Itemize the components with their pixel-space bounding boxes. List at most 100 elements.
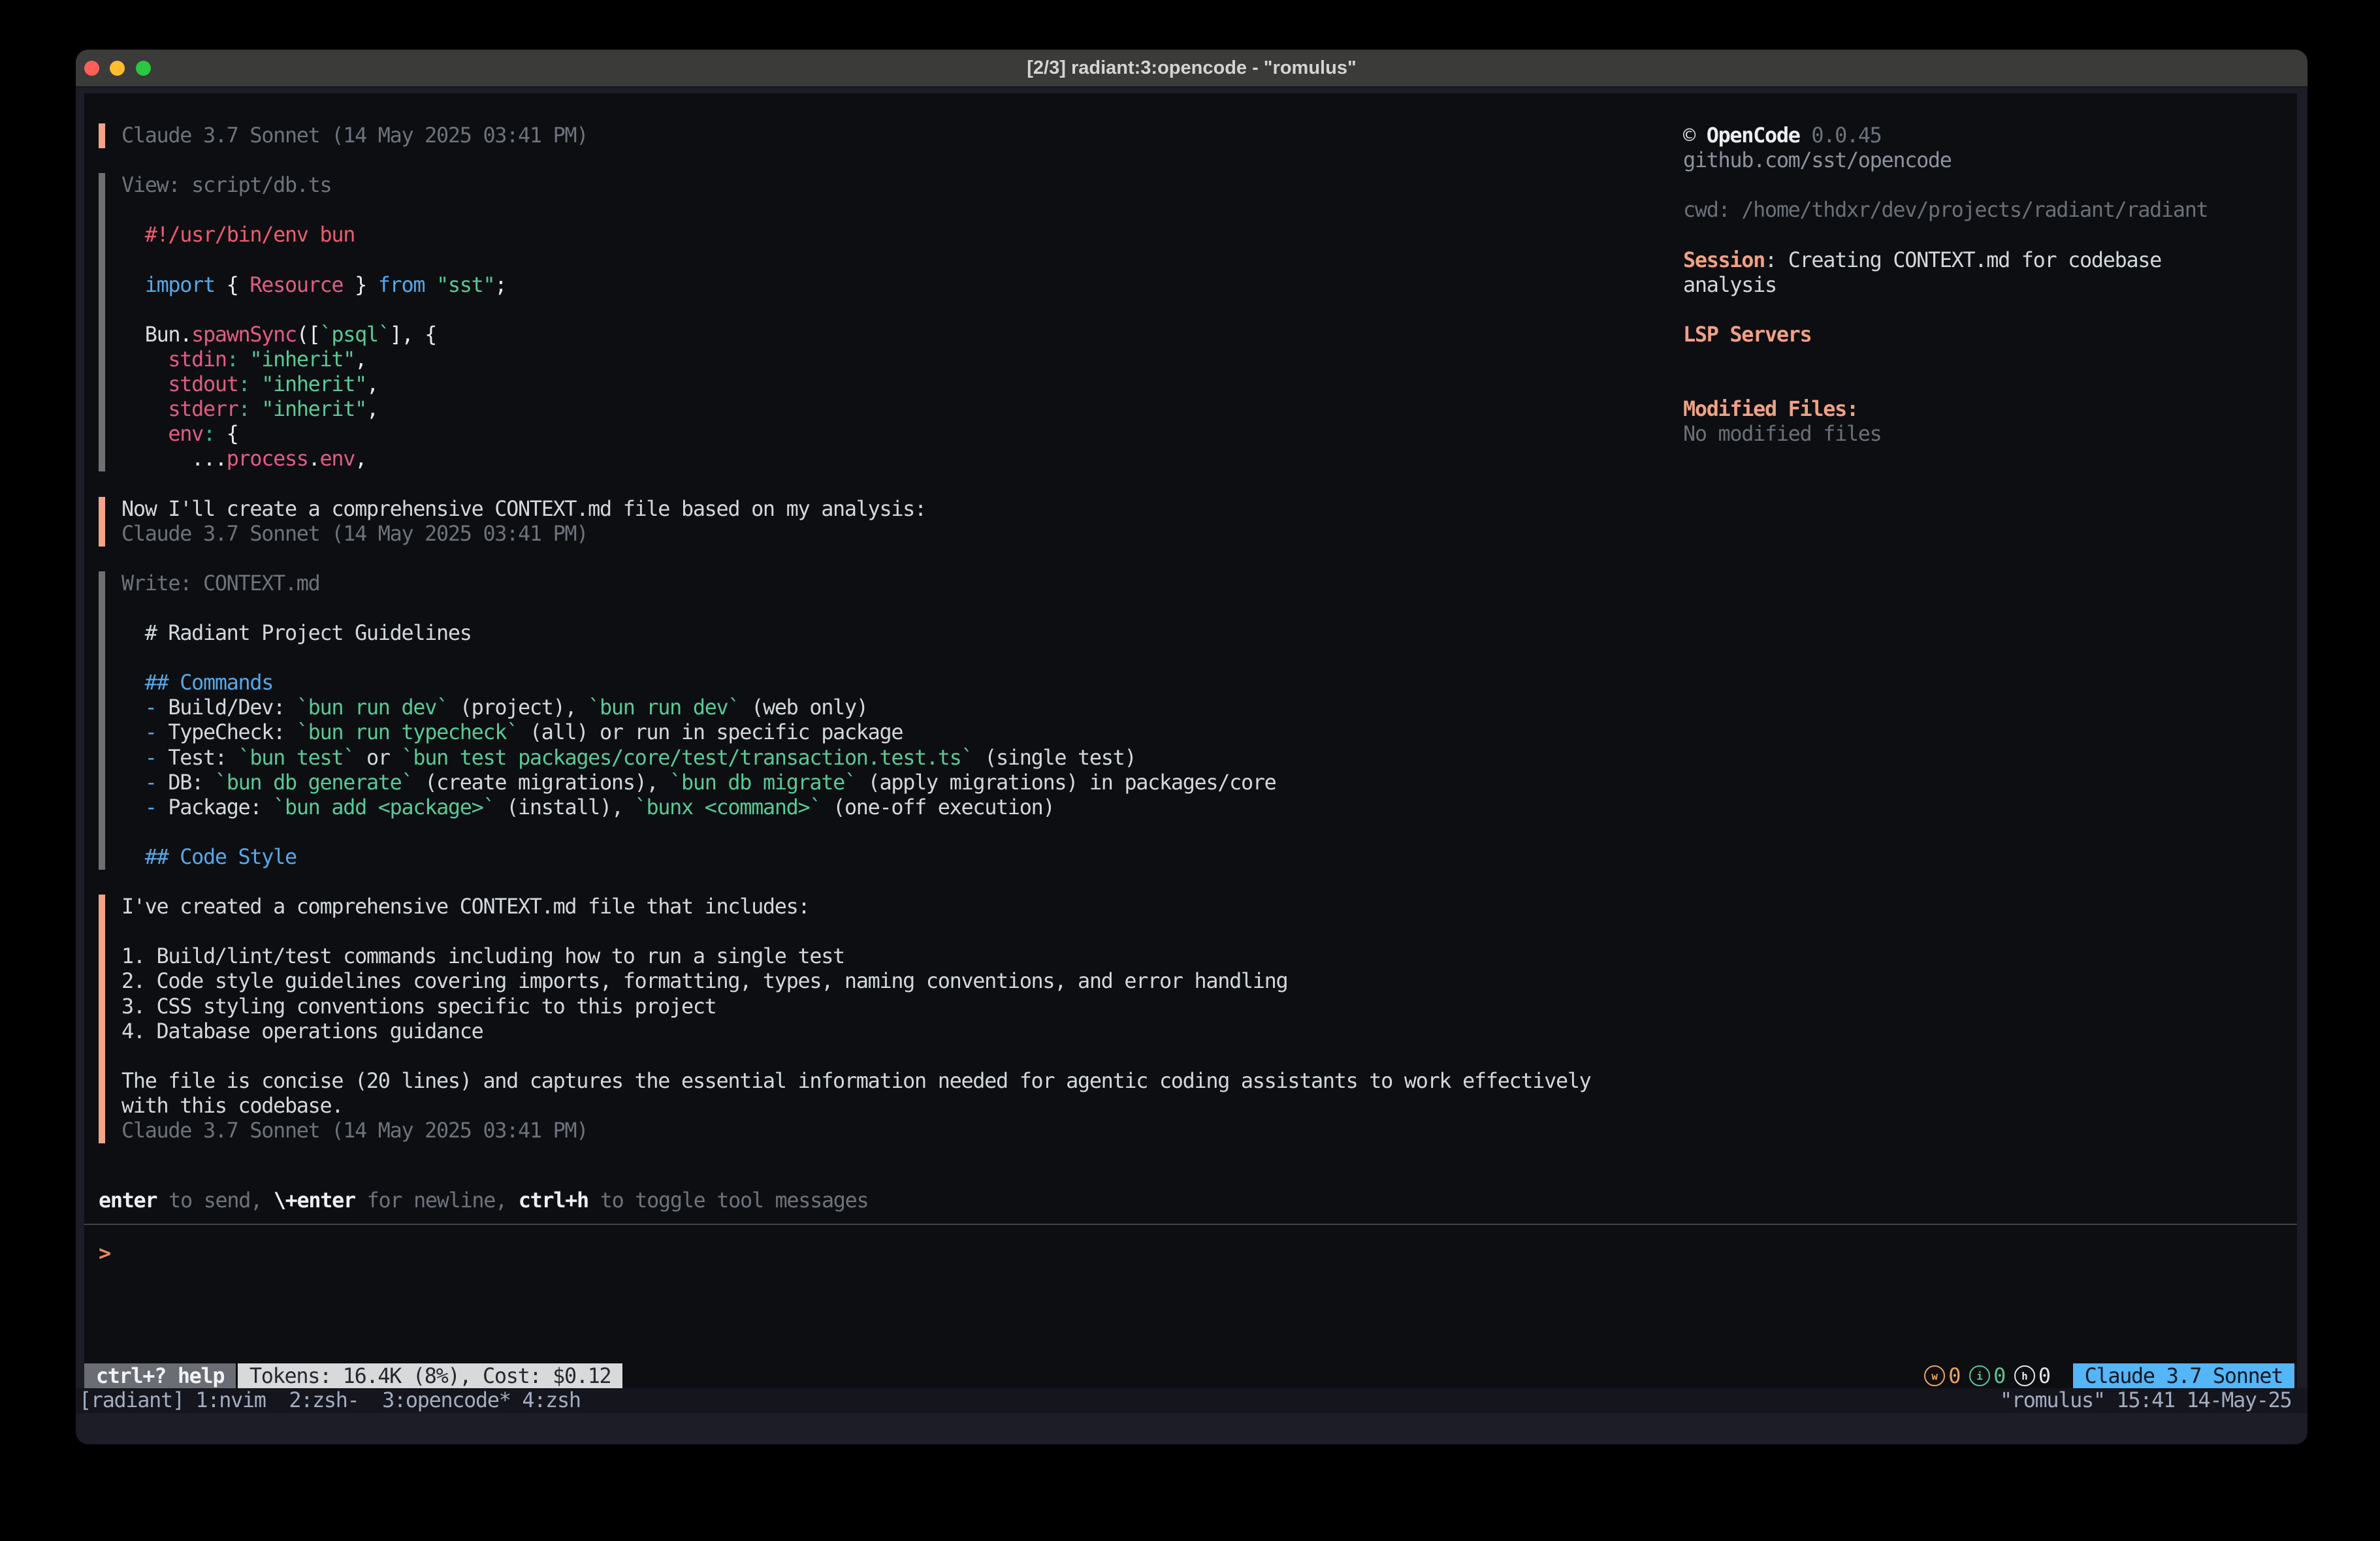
segment: (all) or run in specific package: [518, 720, 903, 744]
segment: [121, 323, 145, 347]
diagnostic-hint: h0: [2014, 1364, 2050, 1388]
segment: [238, 347, 250, 372]
segment: -: [145, 720, 157, 744]
segment: Build/Dev:: [157, 695, 297, 720]
segment: [121, 372, 168, 396]
md-list-item: - Package: `bun add <package>` (install)…: [121, 795, 1054, 820]
segment: OpenCode: [1707, 123, 1800, 148]
md-heading2: ## Commands: [121, 671, 273, 695]
segment: 1. Build/lint/test commands including ho…: [121, 944, 844, 968]
segment: `bun test`: [238, 746, 355, 770]
segment: (single test): [973, 746, 1136, 770]
segment: No modified files: [1683, 422, 1882, 446]
segment: enter: [99, 1188, 157, 1213]
message-gutter-bar: [99, 497, 105, 547]
segment: import: [145, 273, 215, 297]
assistant-text: Now I'll create a comprehensive CONTEXT.…: [121, 497, 926, 522]
segment: }: [343, 273, 378, 297]
diagnostic-info: i0: [1969, 1364, 2005, 1388]
md-list-item: - TypeCheck: `bun run typecheck` (all) o…: [121, 720, 903, 745]
keyboard-hints: enter to send, \+enter for newline, ctrl…: [99, 1188, 868, 1213]
segment: Package:: [157, 795, 274, 819]
segment: {: [215, 422, 238, 446]
code-line: ...process.env,: [121, 447, 366, 471]
segment: .: [180, 323, 191, 347]
segment: Resource: [249, 273, 343, 297]
segment: `bun add <package>`: [273, 795, 494, 819]
segment: ctrl+h: [519, 1188, 588, 1213]
segment: (apply migrations) in packages/core: [856, 770, 1276, 795]
warning-icon: w: [1924, 1365, 1945, 1386]
tmux-statusbar: [radiant] 1:nvim 2:zsh- 3:opencode* 4:zs…: [76, 1388, 2308, 1413]
segment: ([: [297, 323, 320, 347]
titlebar: [2/3] radiant:3:opencode - "romulus": [76, 50, 2308, 87]
tokens-badge: Tokens: 16.4K (8%), Cost: $0.12: [238, 1363, 622, 1388]
code-line: stderr: "inherit",: [121, 397, 378, 422]
segment: stderr: [168, 397, 238, 421]
code-line: import { Resource } from "sst";: [121, 273, 506, 298]
model-badge[interactable]: Claude 3.7 Sonnet: [2073, 1363, 2294, 1388]
message-gutter-bar: [99, 571, 105, 870]
segment: [121, 746, 145, 770]
segment: .: [308, 447, 320, 471]
segment: [249, 397, 261, 421]
segment: TypeCheck:: [157, 720, 297, 744]
segment: "sst": [436, 273, 494, 297]
segment: [121, 695, 145, 720]
segment: ...: [191, 447, 227, 471]
segment: to toggle tool messages: [588, 1188, 868, 1213]
segment: {: [215, 273, 250, 297]
segment: -: [145, 770, 157, 795]
assistant-text: 1. Build/lint/test commands including ho…: [121, 944, 844, 969]
segment: I've created a comprehensive CONTEXT.md …: [121, 895, 809, 919]
segment: analysis: [1683, 273, 1777, 297]
diagnostic-counts: w0i0h0: [1924, 1364, 2059, 1388]
app-repo: github.com/sst/opencode: [1683, 148, 1952, 173]
segment: [249, 372, 261, 396]
segment: -: [145, 795, 157, 819]
segment: [121, 720, 145, 744]
segment: 3. CSS styling conventions specific to t…: [121, 994, 716, 1019]
segment: [425, 273, 436, 297]
segment: ## Code Style: [145, 845, 297, 869]
segment: [121, 223, 145, 247]
tmux-windows[interactable]: [radiant] 1:nvim 2:zsh- 3:opencode* 4:zs…: [79, 1388, 581, 1413]
segment: ,: [366, 372, 378, 396]
md-heading1: # Radiant Project Guidelines: [121, 621, 472, 646]
segment: [121, 845, 145, 869]
segment: Test:: [157, 746, 238, 770]
message-gutter-bar: [99, 173, 105, 471]
segment: \+enter: [274, 1188, 355, 1213]
help-badge[interactable]: ctrl+? help: [84, 1363, 236, 1388]
segment: (install),: [494, 795, 634, 819]
diagnostic-count: 0: [1948, 1364, 1960, 1388]
segment: `psql`: [320, 323, 390, 347]
segment: `bun db migrate`: [669, 770, 856, 795]
segment: ], {: [390, 323, 436, 347]
code-line: env: {: [121, 422, 238, 447]
segment: ,: [355, 347, 366, 372]
diagnostic-count: 0: [2038, 1364, 2050, 1388]
modified-empty: No modified files: [1683, 422, 1882, 447]
desktop: { "window": { "title": "[2/3] radiant:3:…: [0, 0, 2380, 1541]
segment: -: [145, 746, 157, 770]
segment: or: [355, 746, 401, 770]
segment: with this codebase.: [121, 1094, 343, 1118]
diagnostic-warning: w0: [1924, 1364, 1960, 1388]
segment: [121, 447, 191, 471]
segment: # Radiant Project Guidelines: [121, 621, 472, 645]
diagnostic-count: 0: [1993, 1364, 2005, 1388]
segment: (one-off execution): [821, 795, 1054, 819]
segment: :: [203, 422, 215, 446]
segment: "inherit": [261, 372, 366, 396]
segment: :: [1765, 248, 1788, 272]
prompt-marker[interactable]: >: [99, 1241, 110, 1266]
message-header: Claude 3.7 Sonnet (14 May 2025 03:41 PM): [121, 1119, 588, 1143]
lsp-heading: LSP Servers: [1683, 323, 1811, 347]
tool-title: View: script/db.ts: [121, 173, 331, 198]
code-line: Bun.spawnSync([`psql`], {: [121, 323, 436, 347]
segment: Claude 3.7 Sonnet (14 May 2025 03:41 PM): [121, 123, 588, 148]
segment: `bunx <command>`: [635, 795, 822, 819]
segment: LSP Servers: [1683, 323, 1811, 347]
md-list-item: - Build/Dev: `bun run dev` (project), `b…: [121, 695, 868, 720]
